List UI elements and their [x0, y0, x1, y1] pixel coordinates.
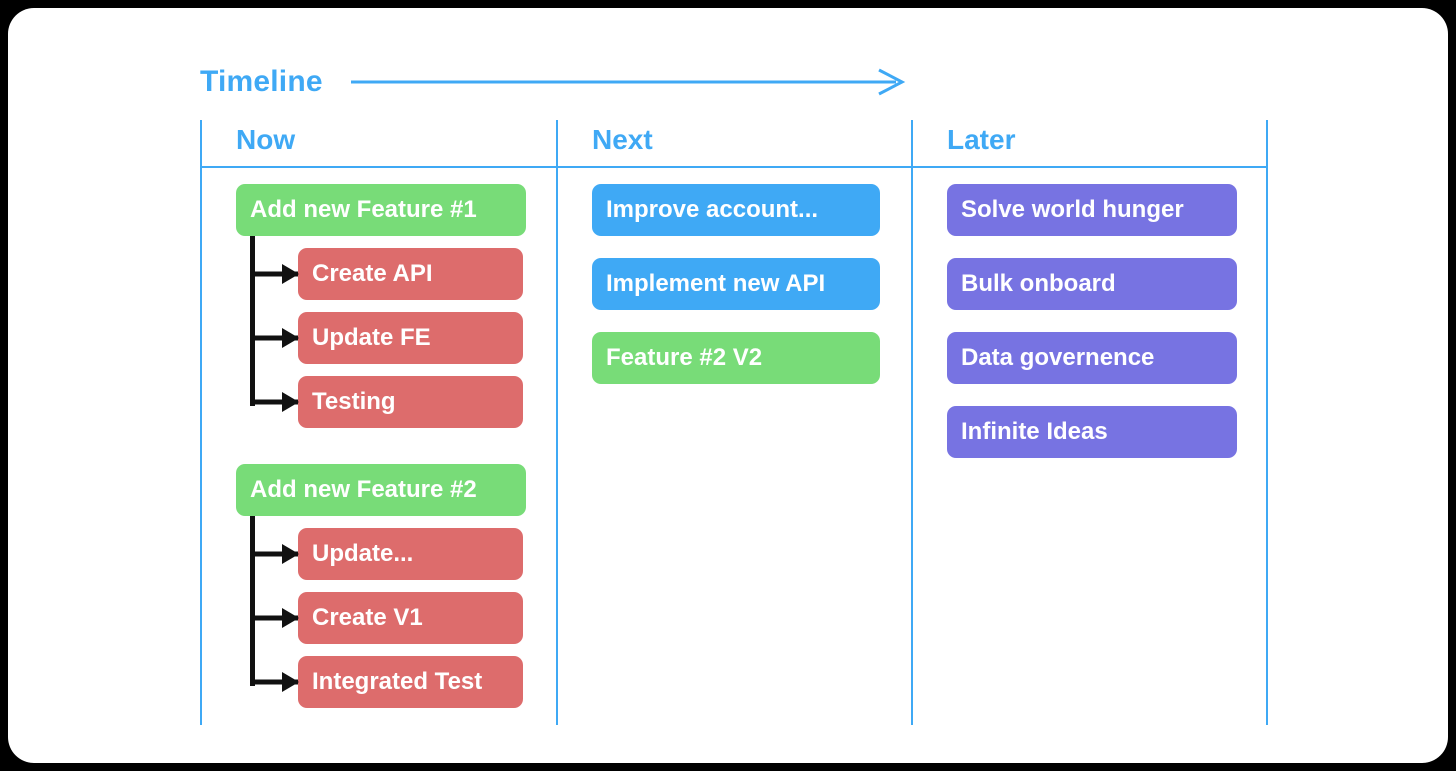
task-card[interactable]: Create V1 — [298, 592, 523, 644]
task-list: Update... Create V1 Integrated Test — [236, 516, 526, 708]
header-underline — [200, 166, 1268, 168]
connector-arrowhead-icon — [282, 608, 299, 628]
column-divider-next-later — [911, 120, 913, 725]
column-next: Improve account... Implement new API Fea… — [592, 184, 880, 384]
task-card[interactable]: Update... — [298, 528, 523, 580]
roadmap-card[interactable]: Data governence — [947, 332, 1237, 384]
timeline-header: Timeline — [200, 62, 911, 102]
connector-arrowhead-icon — [282, 328, 299, 348]
column-divider-right — [1266, 120, 1268, 725]
column-later: Solve world hunger Bulk onboard Data gov… — [947, 184, 1237, 458]
task-row: Integrated Test — [236, 656, 526, 708]
epic-group: Add new Feature #1 Create API Update FE … — [236, 184, 526, 428]
roadmap-card[interactable]: Infinite Ideas — [947, 406, 1237, 458]
connector-arrowhead-icon — [282, 544, 299, 564]
roadmap-board: Timeline Now Next Later Add new Feature … — [8, 8, 1448, 763]
page-title: Timeline — [200, 65, 323, 98]
task-card[interactable]: Create API — [298, 248, 523, 300]
connector-arrowhead-icon — [282, 672, 299, 692]
task-card[interactable]: Integrated Test — [298, 656, 523, 708]
task-row: Create V1 — [236, 592, 526, 644]
epic-card[interactable]: Add new Feature #1 — [236, 184, 526, 236]
epic-card[interactable]: Add new Feature #2 — [236, 464, 526, 516]
column-divider-now-next — [556, 120, 558, 725]
timeline-arrow-icon — [350, 68, 906, 96]
task-list: Create API Update FE Testing — [236, 236, 526, 428]
roadmap-card[interactable]: Solve world hunger — [947, 184, 1237, 236]
task-row: Update FE — [236, 312, 526, 364]
roadmap-card[interactable]: Implement new API — [592, 258, 880, 310]
roadmap-card[interactable]: Feature #2 V2 — [592, 332, 880, 384]
epic-group: Add new Feature #2 Update... Create V1 I… — [236, 464, 526, 708]
column-divider-left — [200, 120, 202, 725]
connector-arrowhead-icon — [282, 264, 299, 284]
roadmap-card[interactable]: Bulk onboard — [947, 258, 1237, 310]
column-header-later: Later — [947, 124, 1016, 155]
column-header-now: Now — [236, 124, 296, 155]
task-card[interactable]: Testing — [298, 376, 523, 428]
task-row: Update... — [236, 528, 526, 580]
task-card[interactable]: Update FE — [298, 312, 523, 364]
column-now: Add new Feature #1 Create API Update FE … — [236, 184, 526, 708]
connector-arrowhead-icon — [282, 392, 299, 412]
column-header-next: Next — [592, 124, 653, 155]
roadmap-card[interactable]: Improve account... — [592, 184, 880, 236]
task-row: Testing — [236, 376, 526, 428]
task-row: Create API — [236, 248, 526, 300]
